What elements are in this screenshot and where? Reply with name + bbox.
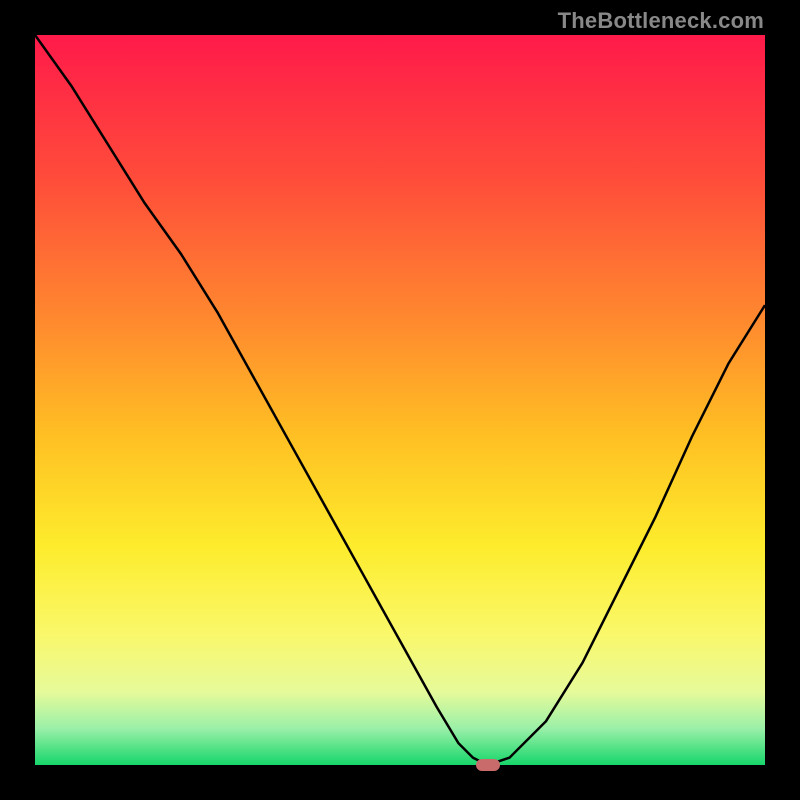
watermark-text: TheBottleneck.com [558, 8, 764, 34]
chart-container: TheBottleneck.com [0, 0, 800, 800]
optimal-point-marker [476, 759, 500, 771]
bottleneck-curve [35, 35, 765, 765]
plot-area [35, 35, 765, 765]
